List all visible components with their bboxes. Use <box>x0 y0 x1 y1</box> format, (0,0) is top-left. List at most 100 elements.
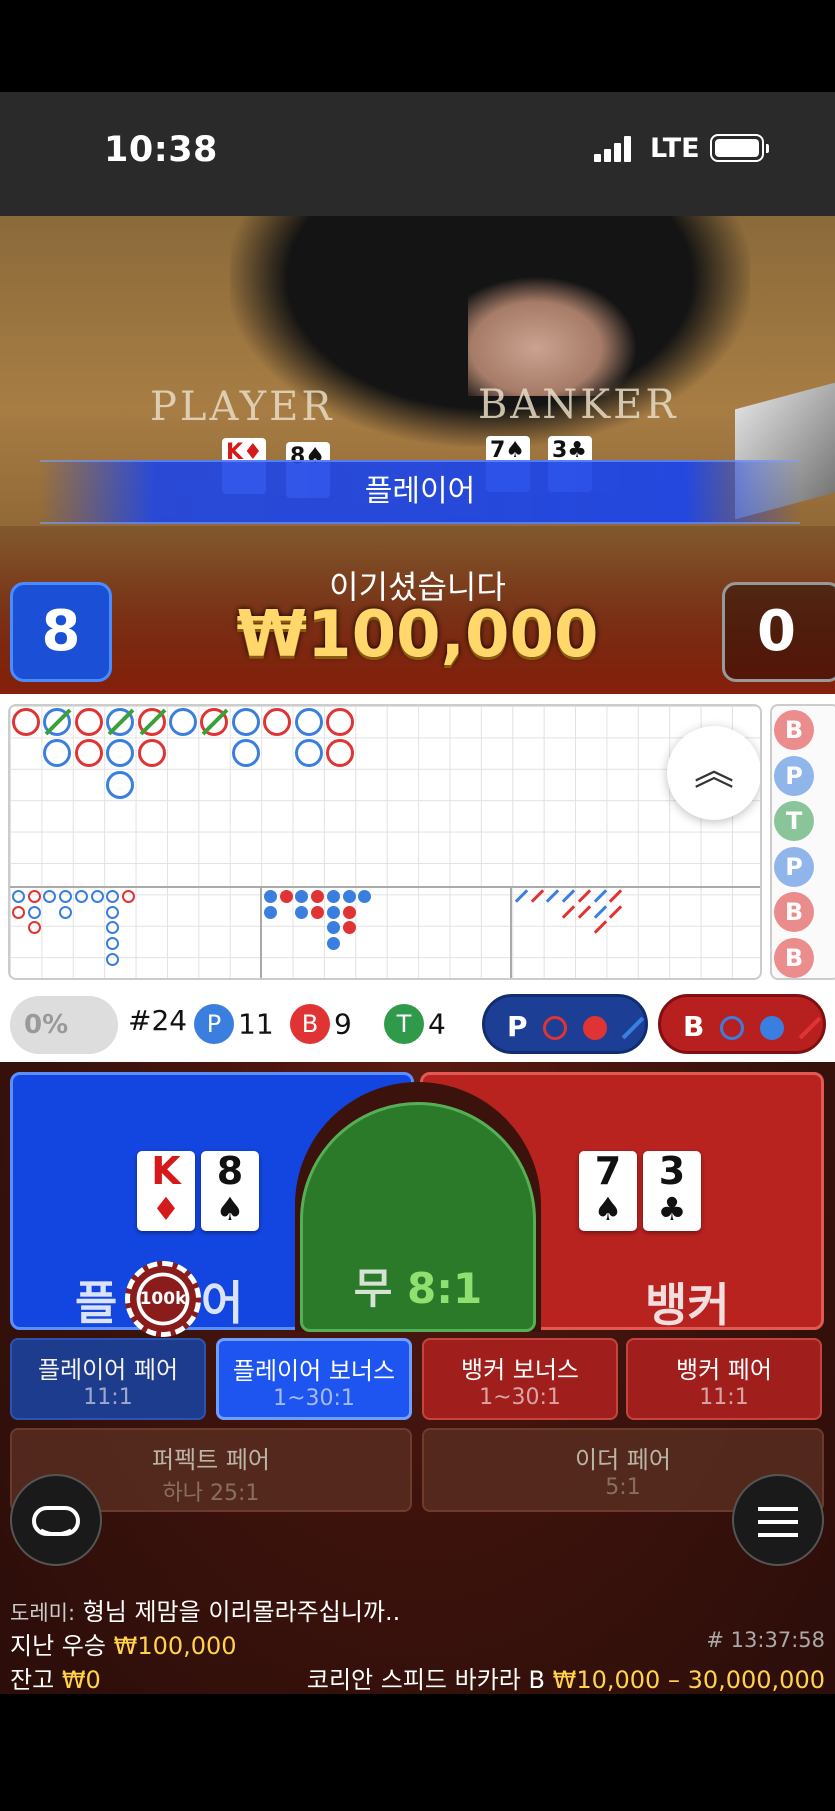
big-road[interactable]: ︽ <box>8 704 762 980</box>
derived-road-mark <box>593 889 607 903</box>
network-label: LTE <box>650 133 700 164</box>
derived-road-mark <box>358 890 372 903</box>
derived-road-mark <box>546 889 560 903</box>
derived-road-mark <box>90 890 104 903</box>
menu-button[interactable] <box>732 1474 824 1566</box>
roadmap-panel: ︽ BPTPBB <box>0 694 835 990</box>
derived-road-mark <box>295 890 309 903</box>
table-info: 코리안 스피드 바카라 B ₩10,000 – 30,000,000 <box>307 1660 825 1695</box>
chat-username: 도레미: <box>10 1601 76 1625</box>
ask-player-label: P <box>507 1010 528 1043</box>
road-mark <box>43 708 72 736</box>
player-bet-label-end: 어 <box>201 1276 244 1330</box>
derived-road-mark <box>593 904 607 919</box>
road-mark <box>106 708 135 736</box>
derived-road-mark <box>106 952 120 966</box>
derived-road-mark <box>561 904 576 919</box>
banker-bet-label: 뱅커 <box>645 1278 730 1332</box>
derived-road-mark <box>74 890 88 903</box>
road-mark <box>231 708 260 736</box>
red-slash-icon <box>798 1016 821 1040</box>
expand-roadmap-button[interactable]: ︽ <box>667 726 760 820</box>
derived-road-mark <box>59 905 73 919</box>
road-mark <box>106 770 135 799</box>
derived-road-mark <box>27 890 41 903</box>
bead-road-column: BPTPBB <box>770 704 835 980</box>
derived-road-mark <box>593 920 607 935</box>
card-suit: ♦ <box>151 1190 181 1228</box>
win-amount: ₩100,000 <box>236 598 599 672</box>
chat-text: 형님 제맘을 이리몰라주십니까.. <box>82 1598 401 1626</box>
player-pair-bet[interactable]: 플레이어 페어 11:1 <box>10 1338 206 1420</box>
card-rank: K <box>151 1149 181 1193</box>
derived-road-mark <box>326 890 340 903</box>
last-win: 지난 우승 ₩100,000 <box>10 1626 237 1661</box>
derived-road-mark <box>561 889 576 903</box>
derived-road-mark <box>577 889 592 903</box>
road-mark <box>200 708 229 736</box>
side-bet-odds: 1~30:1 <box>273 1386 355 1411</box>
derived-road-mark <box>279 890 293 903</box>
player-bonus-bet[interactable]: 플레이어 보너스 1~30:1 <box>216 1338 412 1420</box>
side-bet-odds: 11:1 <box>83 1385 133 1410</box>
red-dot-icon <box>583 1016 608 1040</box>
tie-count: 4 <box>428 1007 446 1041</box>
road-mark <box>263 708 292 736</box>
derived-road-mark <box>27 905 41 919</box>
player-bet-label: 플 <box>75 1276 118 1330</box>
derived-road-mark <box>342 890 356 903</box>
road-mark <box>294 739 323 768</box>
road-mark <box>43 739 72 768</box>
wide-bet-label: 퍼펙트 페어 <box>151 1446 271 1474</box>
derived-road-mark <box>608 904 623 919</box>
player-card-1: K ♦ <box>137 1151 195 1231</box>
banker-pair-bet[interactable]: 뱅커 페어 11:1 <box>626 1338 822 1420</box>
percent-toggle[interactable]: 0% <box>10 996 118 1054</box>
side-bet-label: 뱅커 페어 <box>676 1356 772 1384</box>
placed-chip[interactable]: 100k <box>125 1261 201 1337</box>
red-ring-icon <box>543 1016 568 1040</box>
road-divider <box>260 886 262 978</box>
bead-road-chip: P <box>774 846 814 887</box>
betting-area: K ♦ 8 ♠ 플 어 100k 7 ♠ 3 ♣ 뱅커 무 8:1 플레이어 페… <box>0 1062 835 1694</box>
chat-button[interactable] <box>10 1474 102 1566</box>
derived-road-mark <box>106 921 120 935</box>
chat-icon <box>32 1506 80 1536</box>
card-rank: 8 <box>216 1149 244 1193</box>
bead-road-chip: B <box>774 710 814 750</box>
card-rank: 7 <box>594 1149 622 1193</box>
derived-road-mark <box>530 889 544 903</box>
derived-road-mark <box>59 890 73 903</box>
derived-road-mark <box>106 937 120 951</box>
derived-road-mark <box>311 905 325 919</box>
road-mark <box>231 739 260 768</box>
road-mark <box>326 708 354 736</box>
derived-road-mark <box>43 890 57 903</box>
road-mark <box>137 739 166 768</box>
derived-road-mark <box>311 890 325 903</box>
derived-road-mark <box>106 890 120 903</box>
tie-bet-spot[interactable]: 무 8:1 <box>300 1102 536 1332</box>
game-id: # 13:37:58 <box>706 1628 825 1652</box>
derived-road-mark <box>295 905 309 919</box>
banker-wins-stat: B9 <box>290 1004 352 1044</box>
last-win-value: ₩100,000 <box>113 1632 237 1660</box>
blue-slash-icon <box>621 1016 645 1040</box>
signal-icon <box>594 136 636 162</box>
menu-icon <box>758 1507 798 1537</box>
banker-wins-count: 9 <box>334 1007 352 1041</box>
derived-road-mark <box>342 921 356 935</box>
table-limits: ₩10,000 – 30,000,000 <box>552 1666 825 1694</box>
derived-road-mark <box>608 889 623 903</box>
derived-road-mark <box>326 937 340 951</box>
blue-dot-icon <box>759 1016 784 1040</box>
ask-banker-button[interactable]: B <box>658 994 826 1054</box>
card-suit: ♣ <box>657 1190 687 1228</box>
side-bet-label: 플레이어 보너스 <box>232 1357 396 1385</box>
stats-bar: 0% #24 P 11 B9 T4 P B <box>0 990 835 1062</box>
ask-player-button[interactable]: P <box>482 994 648 1054</box>
road-divider <box>10 886 760 888</box>
banker-bonus-bet[interactable]: 뱅커 보너스 1~30:1 <box>422 1338 618 1420</box>
tie-bet-label: 무 <box>353 1264 393 1313</box>
side-bet-odds: 1~30:1 <box>479 1385 561 1410</box>
